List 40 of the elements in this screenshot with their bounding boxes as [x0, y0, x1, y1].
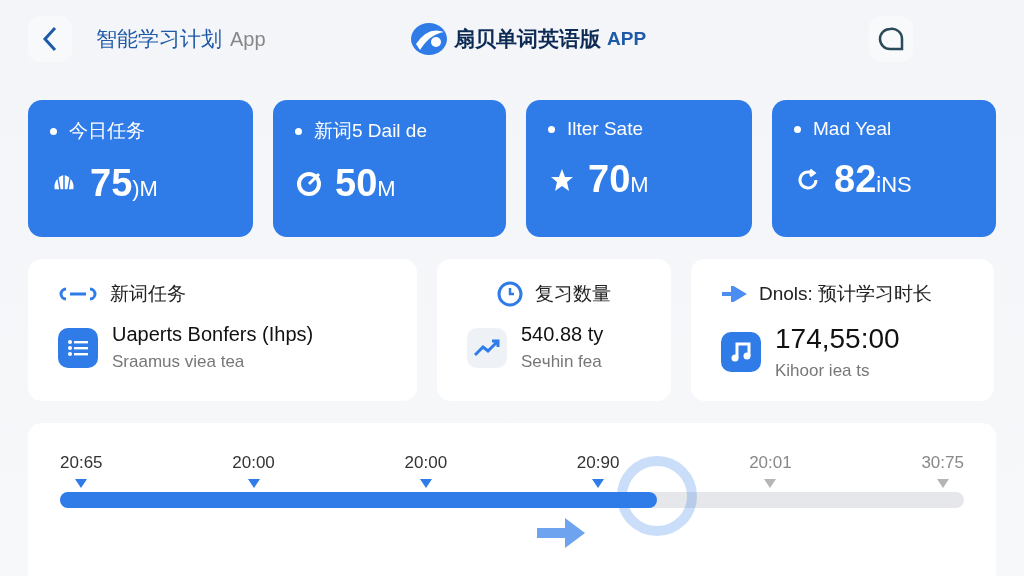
card-title: 复习数量	[535, 282, 611, 306]
card-caption: Sraamus viea tea	[112, 352, 246, 372]
link-icon	[58, 286, 98, 302]
card-value: 540.88 ty	[521, 323, 604, 346]
time-label: 20:01	[749, 453, 792, 473]
time-label: 20:00	[404, 453, 448, 473]
stat-label: Mad Yeal	[794, 118, 974, 140]
back-icon	[43, 26, 57, 52]
card-title: 新词任务	[110, 282, 186, 306]
music-note-icon	[721, 332, 761, 372]
target-icon	[295, 169, 323, 198]
card-value: 174,55:00	[775, 323, 900, 355]
card-caption: Kihoor iea ts	[775, 361, 871, 381]
search-icon	[878, 27, 904, 51]
card-caption: Seчhin fea	[521, 352, 603, 372]
page-title: 智能学习计划	[96, 26, 222, 52]
stat-label: 新词5 Dail de	[295, 118, 484, 144]
time-label: 20:90	[576, 453, 620, 473]
stat-value: 75)M	[90, 162, 158, 205]
list-icon	[58, 327, 98, 368]
back-button[interactable]	[28, 16, 72, 62]
card-title: Dnols: 预计学习时长	[759, 282, 933, 306]
stat-label: 今日任务	[50, 118, 231, 144]
time-label: 20:00	[232, 453, 275, 473]
stat-value: 70M	[588, 158, 649, 201]
trend-icon	[467, 327, 507, 368]
clock-icon	[497, 281, 523, 307]
stat-value: 50M	[335, 162, 396, 205]
title-suffix: App	[230, 28, 266, 51]
arrow-icon	[536, 516, 587, 550]
time-label: 20:65	[60, 453, 103, 473]
search-button[interactable]	[869, 16, 913, 62]
app-name-suffix: APP	[607, 28, 647, 50]
app-name: 扇贝单词英语版	[454, 26, 601, 52]
time-label: 30:75	[921, 453, 964, 473]
arrow-icon	[721, 286, 747, 302]
stat-value: 82iNS	[834, 158, 912, 201]
stat-label: Ilter Sate	[548, 118, 730, 140]
card-value: Uaperts Bonfers (Ihps)	[112, 323, 314, 346]
logo-icon	[410, 22, 448, 56]
